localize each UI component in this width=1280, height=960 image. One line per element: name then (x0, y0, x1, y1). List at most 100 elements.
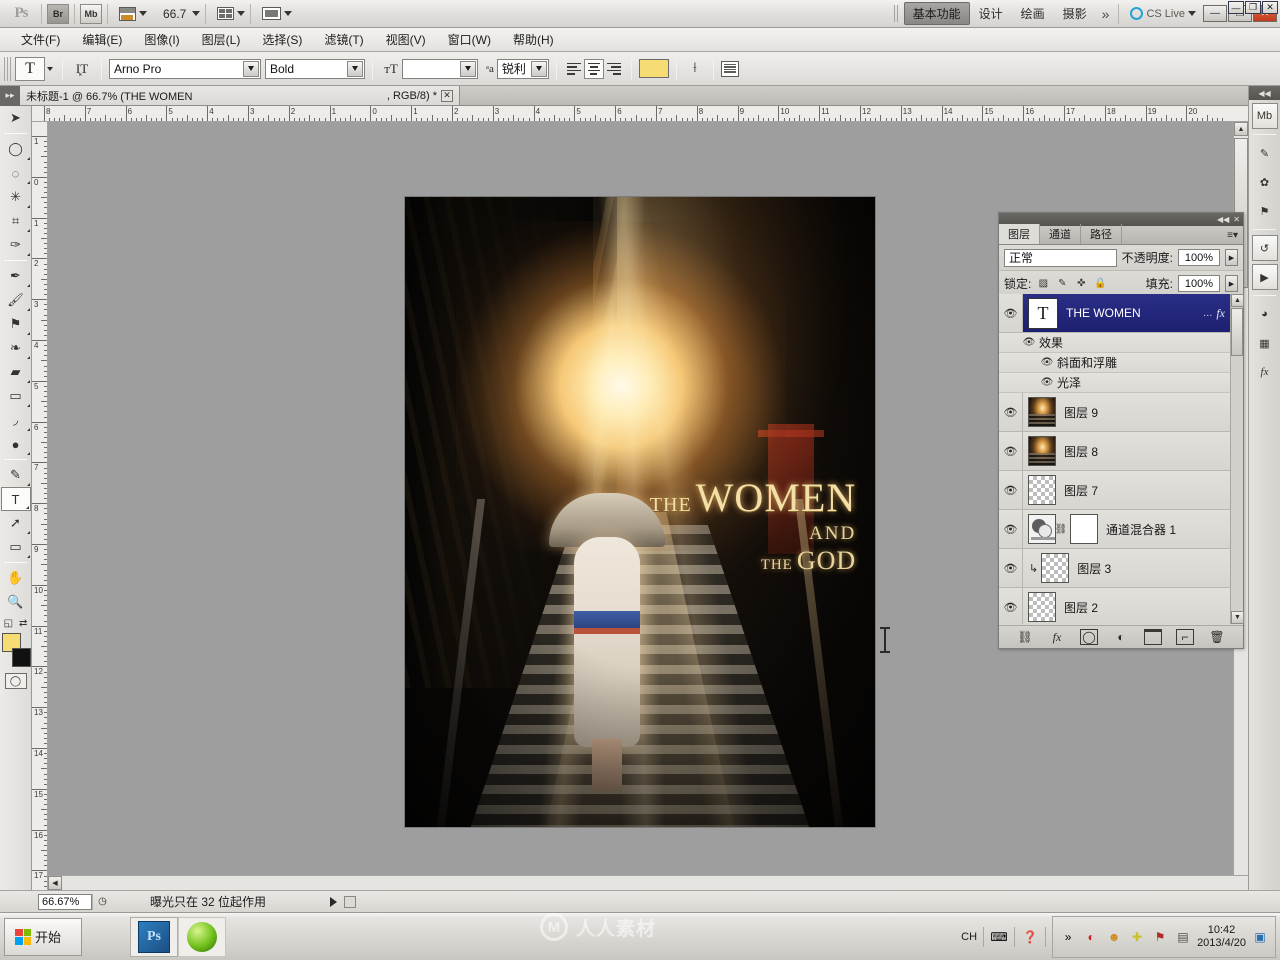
dodge-tool[interactable]: ● (1, 432, 31, 456)
path-selection-tool[interactable]: ➚ (1, 511, 31, 535)
layer-visibility-icon[interactable]: 👁 (999, 588, 1023, 624)
layer-visibility-icon[interactable]: 👁 (999, 471, 1023, 509)
collapse-panel-icon[interactable]: ◀◀ (1217, 215, 1229, 224)
red-moon-icon[interactable]: ◐ (1082, 928, 1100, 946)
layer-visibility-icon[interactable]: 👁 (999, 393, 1023, 431)
menu-layer[interactable]: 图层(L) (191, 28, 252, 51)
keyboard-icon[interactable]: ⌨ (990, 928, 1008, 946)
layer-row-3[interactable]: 👁 ↳ 图层 3 (999, 549, 1243, 588)
font-size-select[interactable] (402, 58, 478, 79)
options-bar-grip[interactable] (4, 56, 11, 81)
brush-tool[interactable]: 🖌 (1, 288, 31, 312)
background-color-swatch[interactable] (11, 648, 31, 667)
document-artwork[interactable]: THE WOMEN AND THE GOD (405, 197, 875, 827)
chevron-down-icon[interactable] (460, 60, 476, 77)
minimize-button[interactable]: — (1203, 5, 1227, 22)
eraser-tool[interactable]: ▰ (1, 360, 31, 384)
lasso-tool[interactable]: ◌ (1, 161, 31, 185)
screen-mode-dropdown[interactable] (262, 7, 293, 20)
doc-close-button[interactable]: ✕ (1262, 1, 1278, 14)
fill-value[interactable]: 100% (1178, 275, 1220, 292)
blur-tool[interactable]: ◞ (1, 408, 31, 432)
opacity-value[interactable]: 100% (1178, 249, 1220, 266)
add-layer-mask-icon[interactable]: ◯ (1080, 629, 1098, 645)
history-brush-tool[interactable]: ❧ (1, 336, 31, 360)
text-orientation-icon[interactable]: I͓T (70, 61, 94, 77)
layers-scroll-thumb[interactable] (1231, 308, 1243, 356)
tool-preset-chevron-icon[interactable] (45, 57, 55, 81)
new-adjustment-layer-icon[interactable]: ◐ (1112, 629, 1130, 645)
document-info-icon[interactable]: ◷ (92, 893, 112, 910)
menu-select[interactable]: 选择(S) (251, 28, 313, 51)
anti-alias-select[interactable]: 锐利 (496, 58, 549, 79)
add-layer-style-icon[interactable]: fx (1048, 629, 1066, 645)
document-tab[interactable]: 未标题-1 @ 66.7% (THE WOMEN , RGB/8) * ✕ (20, 86, 460, 105)
view-extras-dropdown[interactable] (119, 6, 147, 21)
rectangle-shape-tool[interactable]: ▭ (1, 535, 31, 559)
effect-visibility-icon[interactable]: 👁 (1037, 377, 1057, 388)
effects-header-row[interactable]: 👁 效果 (999, 333, 1243, 353)
gradient-tool[interactable]: ▭ (1, 384, 31, 408)
lock-all-icon[interactable]: 🔒 (1093, 277, 1107, 291)
scroll-up-button[interactable]: ▲ (1231, 294, 1244, 307)
healing-brush-tool[interactable]: ✒ (1, 264, 31, 288)
clone-source-icon[interactable]: ⚑ (1252, 198, 1278, 224)
scroll-down-button[interactable]: ▼ (1231, 611, 1244, 624)
hand-tool[interactable]: ✋ (1, 566, 31, 590)
quick-mask-icon[interactable]: ◯ (4, 673, 27, 689)
start-button[interactable]: 开始 (4, 917, 82, 956)
layer-visibility-icon[interactable]: 👁 (999, 432, 1023, 470)
new-layer-icon[interactable]: ⌐ (1176, 629, 1194, 645)
lock-image-icon[interactable]: ✎ (1055, 277, 1069, 291)
workspace-tab-design[interactable]: 设计 (970, 2, 1012, 25)
layer-visibility-icon[interactable]: 👁 (999, 549, 1023, 587)
opacity-stepper[interactable]: ▶ (1225, 249, 1238, 266)
chevron-down-icon[interactable] (530, 60, 547, 77)
layer-visibility-icon[interactable]: 👁 (999, 294, 1023, 332)
effect-visibility-icon[interactable]: 👁 (1037, 357, 1057, 368)
green-app-taskbar-button[interactable] (178, 916, 226, 957)
clone-stamp-tool[interactable]: ⚑ (1, 312, 31, 336)
swap-colors-icon[interactable]: ⇄ (19, 618, 27, 629)
launch-bridge-button[interactable]: Br (47, 3, 69, 24)
effects-visibility-icon[interactable]: 👁 (1019, 337, 1039, 348)
flag-icon[interactable]: ⚑ (1151, 928, 1169, 946)
pen-tool[interactable]: ✎ (1, 463, 31, 487)
layers-panel[interactable]: ◀◀ ✕ 图层 通道 路径 ≡▾ 正常 不透明度: 100% ▶ 锁定: ▨ ✎… (998, 212, 1244, 649)
zoom-level-value[interactable]: 66.7 (163, 7, 186, 21)
show-hidden-icons-icon[interactable]: » (1059, 928, 1077, 946)
fill-stepper[interactable]: ▶ (1225, 275, 1238, 292)
status-menu-icon[interactable] (330, 896, 338, 907)
qq-icon[interactable]: ☻ (1105, 928, 1123, 946)
mask-link-icon[interactable]: ⛓ (1055, 515, 1068, 543)
effect-row-bevel-emboss[interactable]: 👁 斜面和浮雕 (999, 353, 1243, 373)
collapse-dock-icon[interactable]: ◀◀ (1249, 86, 1280, 100)
layer-row-9[interactable]: 👁 图层 9 (999, 393, 1243, 432)
layer-row-8[interactable]: 👁 图层 8 (999, 432, 1243, 471)
scroll-left-button[interactable]: ◀ (48, 876, 62, 890)
expand-panels-icon[interactable]: ▸▸ (0, 85, 20, 106)
align-left-button[interactable] (564, 59, 584, 79)
tab-layers[interactable]: 图层 (999, 224, 1040, 244)
layer-visibility-icon[interactable]: 👁 (999, 510, 1023, 548)
brush-presets-icon[interactable]: ✎ (1252, 140, 1278, 166)
ime-indicator[interactable]: CH (961, 931, 977, 943)
align-right-button[interactable] (604, 59, 624, 79)
help-icon[interactable]: ❓ (1021, 928, 1039, 946)
layer-row-7[interactable]: 👁 图层 7 (999, 471, 1243, 510)
font-family-select[interactable]: Arno Pro (109, 58, 261, 79)
menu-view[interactable]: 视图(V) (375, 28, 437, 51)
crop-tool[interactable]: ⌗ (1, 209, 31, 233)
photoshop-taskbar-button[interactable]: Ps (130, 916, 178, 957)
cs-live-button[interactable]: CS Live (1124, 7, 1196, 20)
align-center-button[interactable] (583, 58, 604, 79)
clock[interactable]: 10:42 2013/4/20 (1197, 924, 1246, 950)
color-icon[interactable]: ◕ (1252, 301, 1278, 327)
swatches-icon[interactable]: ▦ (1252, 330, 1278, 356)
tab-paths[interactable]: 路径 (1081, 224, 1122, 244)
workspace-tab-photography[interactable]: 摄影 (1054, 2, 1096, 25)
layer-row-the-women[interactable]: 👁 T THE WOMEN ... fx ▲ (999, 294, 1243, 333)
panel-menu-icon[interactable]: ≡▾ (1227, 226, 1243, 244)
character-paragraph-panels-icon[interactable] (720, 60, 739, 77)
marquee-tool[interactable]: ◯ (1, 137, 31, 161)
